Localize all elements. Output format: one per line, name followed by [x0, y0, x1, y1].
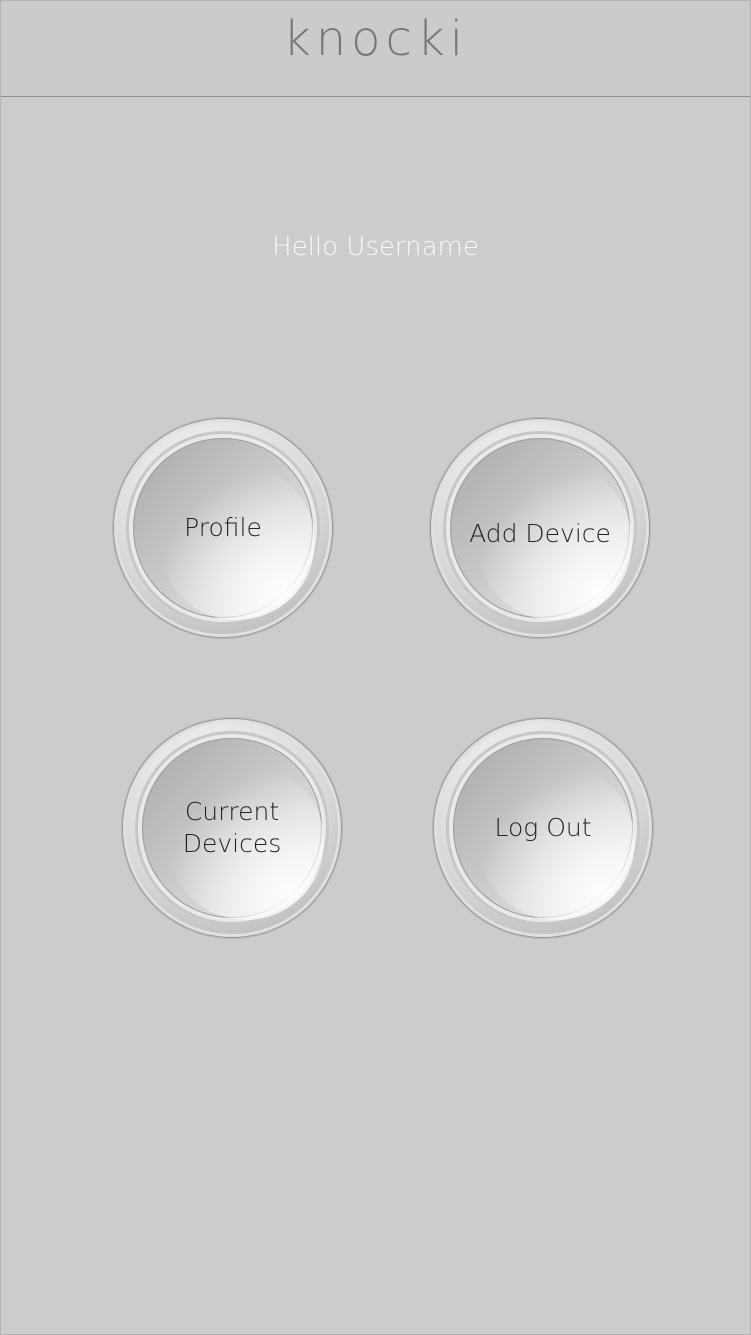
app-screen: knocki Hello Username Profile Add Device… — [0, 0, 751, 1335]
log-out-button[interactable]: Log Out — [433, 718, 653, 938]
app-logo-text: knocki — [282, 11, 469, 67]
add-device-button[interactable]: Add Device — [430, 418, 650, 638]
profile-button-label: Profile — [184, 513, 262, 542]
log-out-button-label: Log Out — [494, 813, 592, 842]
top-app-bar: knocki — [1, 1, 750, 97]
profile-button[interactable]: Profile — [113, 418, 333, 638]
current-devices-button[interactable]: Current Devices — [122, 718, 342, 938]
add-device-button-label: Add Device — [469, 519, 611, 548]
current-devices-button-label: Current Devices — [182, 797, 282, 858]
welcome-message: Hello Username — [272, 232, 479, 262]
